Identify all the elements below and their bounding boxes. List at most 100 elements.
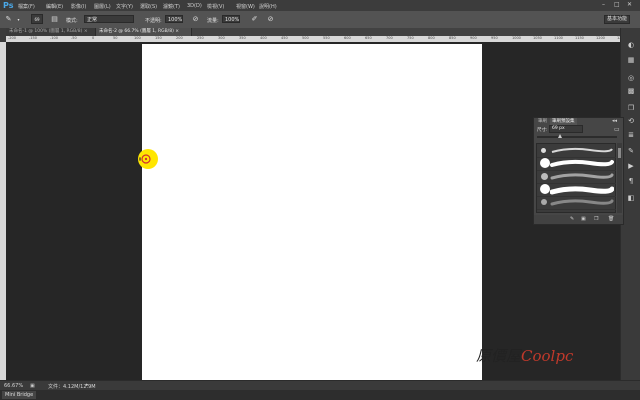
styles-panel-icon[interactable]: ▩	[626, 86, 636, 96]
tab-brush[interactable]: 筆刷	[536, 118, 549, 125]
ruler-tick-label: 0	[92, 36, 95, 40]
ruler-tick-label: 100	[134, 36, 141, 40]
options-bar: ✎ ▾ 69 ▤ 模式: 正常 不透明: 100% ⊘ 流量: 100% ✐ ⊘…	[0, 11, 640, 29]
ruler-tick-label: -100	[50, 36, 58, 40]
maximize-icon[interactable]: □	[614, 1, 620, 8]
ruler-tick-label: 650	[365, 36, 372, 40]
brush-tool-icon[interactable]: ✎	[4, 15, 13, 24]
list-item[interactable]	[537, 183, 616, 197]
mode-label: 模式:	[66, 18, 78, 24]
ruler-tick-label: 800	[428, 36, 435, 40]
brush-tip-icon	[541, 199, 547, 205]
channels-panel-icon[interactable]: ◧	[626, 193, 636, 203]
brush-stroke-icon	[550, 159, 614, 167]
chevron-right-icon[interactable]: ▸	[86, 382, 89, 388]
ruler-tick-label: 850	[449, 36, 456, 40]
properties-panel-icon[interactable]: ≣	[626, 130, 636, 140]
list-item[interactable]	[537, 144, 616, 158]
mode-select[interactable]: 正常	[84, 15, 134, 23]
layers-panel-icon[interactable]: ❐	[626, 103, 636, 113]
workspace-select[interactable]: 基本功能	[604, 15, 630, 24]
brush-tip-icon	[540, 158, 550, 168]
panel-collapse-icon[interactable]: ◂◂	[612, 118, 617, 124]
list-item[interactable]	[537, 170, 616, 184]
airbrush-icon[interactable]: ✐	[250, 15, 259, 24]
ruler-vertical	[0, 42, 6, 380]
app-logo: Ps	[3, 1, 14, 10]
brush-tip-icon	[540, 184, 550, 194]
ruler-tick-label: 1200	[596, 36, 605, 40]
size-label: 尺寸:	[537, 128, 548, 133]
ruler-tick-label: 300	[218, 36, 225, 40]
mini-bridge-tab[interactable]: Mini Bridge	[2, 391, 37, 399]
ruler-tick-label: 450	[281, 36, 288, 40]
brush-stroke-icon	[550, 199, 614, 206]
new-preset-icon[interactable]: ❐	[594, 216, 598, 222]
menu-filter[interactable]: 濾鏡(T)	[163, 3, 180, 10]
ruler-horizontal: -200 -150 -100 -50 0 50 100 150 200 250 300 350 400 4…	[6, 36, 620, 42]
menu-file[interactable]: 檔案(F)	[18, 3, 35, 10]
swatches-panel-icon[interactable]: ▦	[626, 55, 636, 65]
ruler-tick-label: 250	[197, 36, 204, 40]
delete-preset-icon[interactable]: 🗑	[608, 216, 614, 222]
flow-field[interactable]: 100%	[222, 15, 240, 23]
menu-view[interactable]: 檢視(V)	[207, 3, 224, 10]
brush-size-preview[interactable]: 69	[31, 14, 43, 24]
menu-window[interactable]: 視窗(W)	[236, 3, 255, 10]
list-item[interactable]	[537, 157, 616, 171]
chevron-down-icon[interactable]: ▾	[14, 15, 23, 24]
menu-select[interactable]: 選取(S)	[140, 3, 157, 10]
toggle-brush-panel-icon[interactable]: ✎	[570, 216, 574, 222]
brush-cursor-icon	[138, 149, 158, 169]
pressure-size-icon[interactable]: ⊘	[266, 15, 275, 24]
color-panel-icon[interactable]: ◐	[626, 40, 636, 50]
watermark-logo: 原價屋Coolpc	[476, 347, 574, 365]
menu-edit[interactable]: 編輯(E)	[46, 3, 63, 10]
pressure-opacity-icon[interactable]: ⊘	[191, 15, 200, 24]
ruler-tick-label: 1000	[512, 36, 521, 40]
size-slider-track[interactable]	[537, 136, 617, 138]
opacity-field[interactable]: 100%	[165, 15, 183, 23]
preset-list-scroll-thumb[interactable]	[618, 148, 621, 158]
close-icon[interactable]: ✕	[627, 1, 632, 8]
menu-3d[interactable]: 3D(D)	[187, 3, 202, 9]
ruler-tick-label: 750	[407, 36, 414, 40]
list-item[interactable]	[537, 196, 616, 210]
ruler-tick-label: -50	[71, 36, 77, 40]
menu-bar: Ps 檔案(F) 編輯(E) 影像(I) 圖層(L) 文字(Y) 選取(S) 濾…	[0, 0, 640, 11]
ruler-tick-label: 600	[344, 36, 351, 40]
paragraph-panel-icon[interactable]: ¶	[626, 176, 636, 186]
panel-footer: ✎ ▣ ❐ 🗑	[534, 215, 623, 224]
tab-document-2[interactable]: 未命名-2 @ 66.7% (圖層 1, RGB/8) ×	[96, 28, 192, 36]
ruler-tick-label: 150	[155, 36, 162, 40]
history-panel-icon[interactable]: ⟲	[626, 116, 636, 126]
brush-panel-icon[interactable]: ✎	[626, 146, 636, 156]
ruler-tick-label: -150	[29, 36, 37, 40]
menu-type[interactable]: 文字(Y)	[116, 3, 133, 10]
minimize-icon[interactable]: –	[602, 1, 605, 8]
size-slider-knob[interactable]	[558, 134, 562, 138]
folder-icon[interactable]: ▭	[614, 126, 620, 133]
size-field[interactable]: 69 px	[549, 125, 583, 133]
tab-document-1[interactable]: 未命名-1 @ 100% (圖層 1, RGB/8) ×	[6, 28, 96, 36]
menu-layer[interactable]: 圖層(L)	[94, 3, 111, 10]
brush-options-icon[interactable]: ▣	[581, 216, 586, 222]
menu-help[interactable]: 說明(H)	[259, 3, 277, 10]
export-icon[interactable]: ▣	[30, 383, 35, 389]
ruler-tick-label: 700	[386, 36, 393, 40]
brush-preset-list	[536, 143, 616, 213]
ruler-tick-label: 350	[239, 36, 246, 40]
brush-tip-icon	[541, 173, 548, 180]
menu-image[interactable]: 影像(I)	[71, 3, 86, 10]
document-canvas[interactable]	[142, 44, 482, 382]
brush-panel-toggle-icon[interactable]: ▤	[50, 15, 59, 24]
brush-stroke-icon	[551, 147, 613, 153]
ruler-tick-label: 1100	[554, 36, 563, 40]
actions-panel-icon[interactable]: ▶	[626, 161, 636, 171]
ruler-tick-label: 550	[323, 36, 330, 40]
brush-tip-icon	[541, 148, 546, 153]
tab-brush-presets[interactable]: 筆刷預設集	[550, 118, 577, 125]
ruler-tick-label: 900	[470, 36, 477, 40]
zoom-level[interactable]: 66.67%	[4, 383, 23, 389]
adjustments-panel-icon[interactable]: ◎	[626, 73, 636, 83]
